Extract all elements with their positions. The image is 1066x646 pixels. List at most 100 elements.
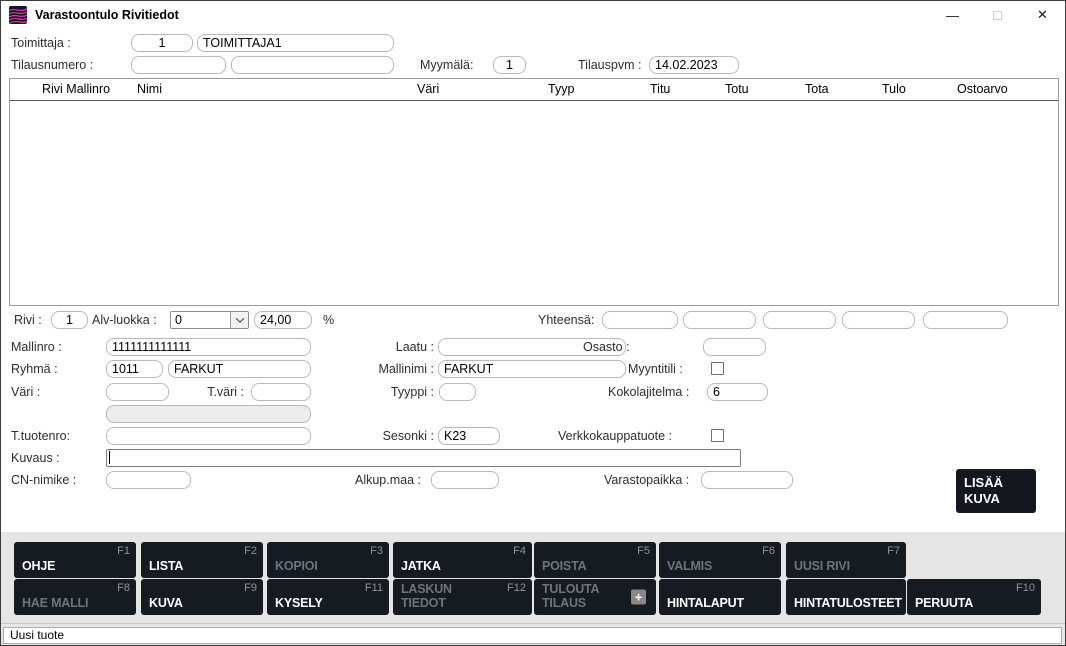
kokolajitelma-label: Kokolajitelma :	[608, 385, 690, 399]
fkey-label: F5	[637, 545, 650, 557]
yhteensa-field-1[interactable]	[602, 311, 678, 329]
ttuotenro-input[interactable]	[106, 427, 311, 445]
table-header-tyyp: Tyyp	[548, 82, 575, 96]
fbtn-kuva[interactable]: F9 KUVA	[141, 579, 263, 615]
fbtn-kysely[interactable]: F11 KYSELY	[267, 579, 389, 615]
fkey-label: F1	[117, 545, 130, 557]
mallinimi-input[interactable]	[438, 360, 626, 378]
fbtn-label: TULOUTA TILAUS	[542, 582, 600, 610]
cn-nimike-label: CN-nimike :	[11, 473, 77, 487]
yhteensa-label: Yhteensä:	[538, 313, 595, 327]
chevron-down-icon[interactable]	[230, 312, 248, 328]
toimittaja-code-input[interactable]	[131, 34, 193, 52]
fkey-label: F3	[370, 545, 383, 557]
table-header-tulo: Tulo	[882, 82, 906, 96]
rivi-label: Rivi :	[14, 313, 42, 327]
rows-table[interactable]: Rivi Mallinro Nimi Väri Tyyp Titu Totu Tota Tul…	[9, 78, 1059, 306]
yhteensa-field-2[interactable]	[683, 311, 756, 329]
myymala-label: Myymälä:	[420, 58, 474, 72]
fbtn-label: KOPIOI	[275, 559, 318, 573]
lisaa-kuva-button[interactable]: LISÄÄ KUVA	[956, 469, 1036, 513]
alv-luokka-label: Alv-luokka :	[92, 313, 157, 327]
fbtn-lista[interactable]: F2 LISTA	[141, 542, 263, 578]
fbtn-label: LISTA	[149, 559, 184, 573]
fbtn-label: PERUUTA	[915, 596, 974, 610]
alkupmaa-input[interactable]	[431, 471, 499, 489]
kuvaus-label: Kuvaus :	[11, 451, 60, 465]
vari-label: Väri :	[11, 385, 41, 399]
laatu-label: Laatu :	[395, 340, 434, 354]
myyntitili-checkbox[interactable]	[711, 362, 724, 375]
toimittaja-name-input[interactable]	[197, 34, 394, 52]
ryhma-code-input[interactable]	[106, 360, 163, 378]
fbtn-tulouta-tilaus[interactable]: TULOUTA TILAUS +	[534, 579, 656, 615]
osasto-input[interactable]	[703, 338, 766, 356]
table-header-totu: Totu	[725, 82, 749, 96]
verkkokauppatuote-checkbox[interactable]	[711, 429, 724, 442]
yhteensa-field-3[interactable]	[763, 311, 836, 329]
alv-luokka-select[interactable]: 0	[170, 311, 249, 329]
fbtn-ohje[interactable]: F1 OHJE	[14, 542, 136, 578]
yhteensa-field-4[interactable]	[842, 311, 915, 329]
ryhma-label: Ryhmä :	[11, 362, 58, 376]
fbtn-hintatulosteet[interactable]: HINTATULOSTEET	[786, 579, 906, 615]
kokolajitelma-input[interactable]	[707, 383, 768, 401]
fbtn-jatka[interactable]: F4 JATKA	[393, 542, 532, 578]
close-button[interactable]: ✕	[1020, 1, 1065, 29]
fbtn-peruuta[interactable]: F10 PERUUTA	[907, 579, 1041, 615]
sesonki-input[interactable]	[438, 427, 500, 445]
fbtn-laskun-tiedot[interactable]: F12 LASKUN TIEDOT	[393, 579, 532, 615]
fbtn-label: HINTALAPUT	[667, 596, 744, 610]
title-bar: Varastoontulo Rivitiedot — ✕	[1, 1, 1065, 29]
fbtn-label: POISTA	[542, 559, 587, 573]
mallinro-input[interactable]	[106, 338, 311, 356]
fbtn-valmis[interactable]: F6 VALMIS	[659, 542, 781, 578]
toolbar: F1 OHJE F2 LISTA F3 KOPIOI F4 JATKA F5 POISTA F6 VA…	[1, 532, 1065, 623]
tilauspvm-label: Tilauspvm :	[578, 58, 642, 72]
fbtn-uusi-rivi[interactable]: F7 UUSI RIVI	[786, 542, 906, 578]
vari-input[interactable]	[106, 383, 169, 401]
fkey-label: F7	[887, 545, 900, 557]
alv-percent-input[interactable]	[254, 311, 312, 329]
table-header-rivi-mallinro: Rivi Mallinro	[42, 82, 111, 96]
tilausnumero-label: Tilausnumero :	[11, 58, 94, 72]
fkey-label: F9	[244, 582, 257, 594]
cn-nimike-input[interactable]	[106, 471, 191, 489]
maximize-button	[975, 1, 1020, 29]
sesonki-label: Sesonki :	[382, 429, 434, 443]
tilausnumero-input-1[interactable]	[131, 56, 226, 74]
tilausnumero-input-2[interactable]	[231, 56, 394, 74]
tyyppi-input[interactable]	[439, 383, 476, 401]
ryhma-name-input[interactable]	[168, 360, 311, 378]
rivi-input[interactable]	[51, 311, 88, 329]
yhteensa-field-5[interactable]	[923, 311, 1008, 329]
fbtn-label: JATKA	[401, 559, 441, 573]
fbtn-poista[interactable]: F5 POISTA	[534, 542, 656, 578]
varastopaikka-input[interactable]	[701, 471, 793, 489]
fkey-label: F2	[244, 545, 257, 557]
verkkokauppatuote-label: Verkkokauppatuote :	[558, 429, 672, 443]
fbtn-hae-malli[interactable]: F8 HAE MALLI	[14, 579, 136, 615]
osasto-label: Osasto :	[583, 340, 630, 354]
tilauspvm-input[interactable]	[649, 56, 739, 74]
vari-extra-input[interactable]	[106, 405, 311, 423]
fbtn-label: KYSELY	[275, 596, 323, 610]
table-header-tota: Tota	[805, 82, 829, 96]
fbtn-hintalaput[interactable]: HINTALAPUT	[659, 579, 781, 615]
minimize-button[interactable]: —	[930, 1, 975, 29]
tvari-input[interactable]	[251, 383, 311, 401]
fkey-label: F4	[513, 545, 526, 557]
fbtn-label: VALMIS	[667, 559, 713, 573]
fkey-label: F10	[1016, 582, 1035, 594]
fbtn-label: KUVA	[149, 596, 183, 610]
myymala-input[interactable]	[493, 56, 526, 74]
kuvaus-input[interactable]	[106, 449, 741, 467]
alkupmaa-label: Alkup.maa :	[354, 473, 421, 487]
mallinro-label: Mallinro :	[11, 340, 62, 354]
table-header-nimi: Nimi	[137, 82, 162, 96]
tyyppi-label: Tyyppi :	[390, 385, 434, 399]
plus-icon: +	[631, 589, 646, 605]
tvari-label: T.väri :	[207, 385, 244, 399]
app-window: Varastoontulo Rivitiedot — ✕ Toimittaja …	[0, 0, 1066, 646]
fbtn-kopioi[interactable]: F3 KOPIOI	[267, 542, 389, 578]
